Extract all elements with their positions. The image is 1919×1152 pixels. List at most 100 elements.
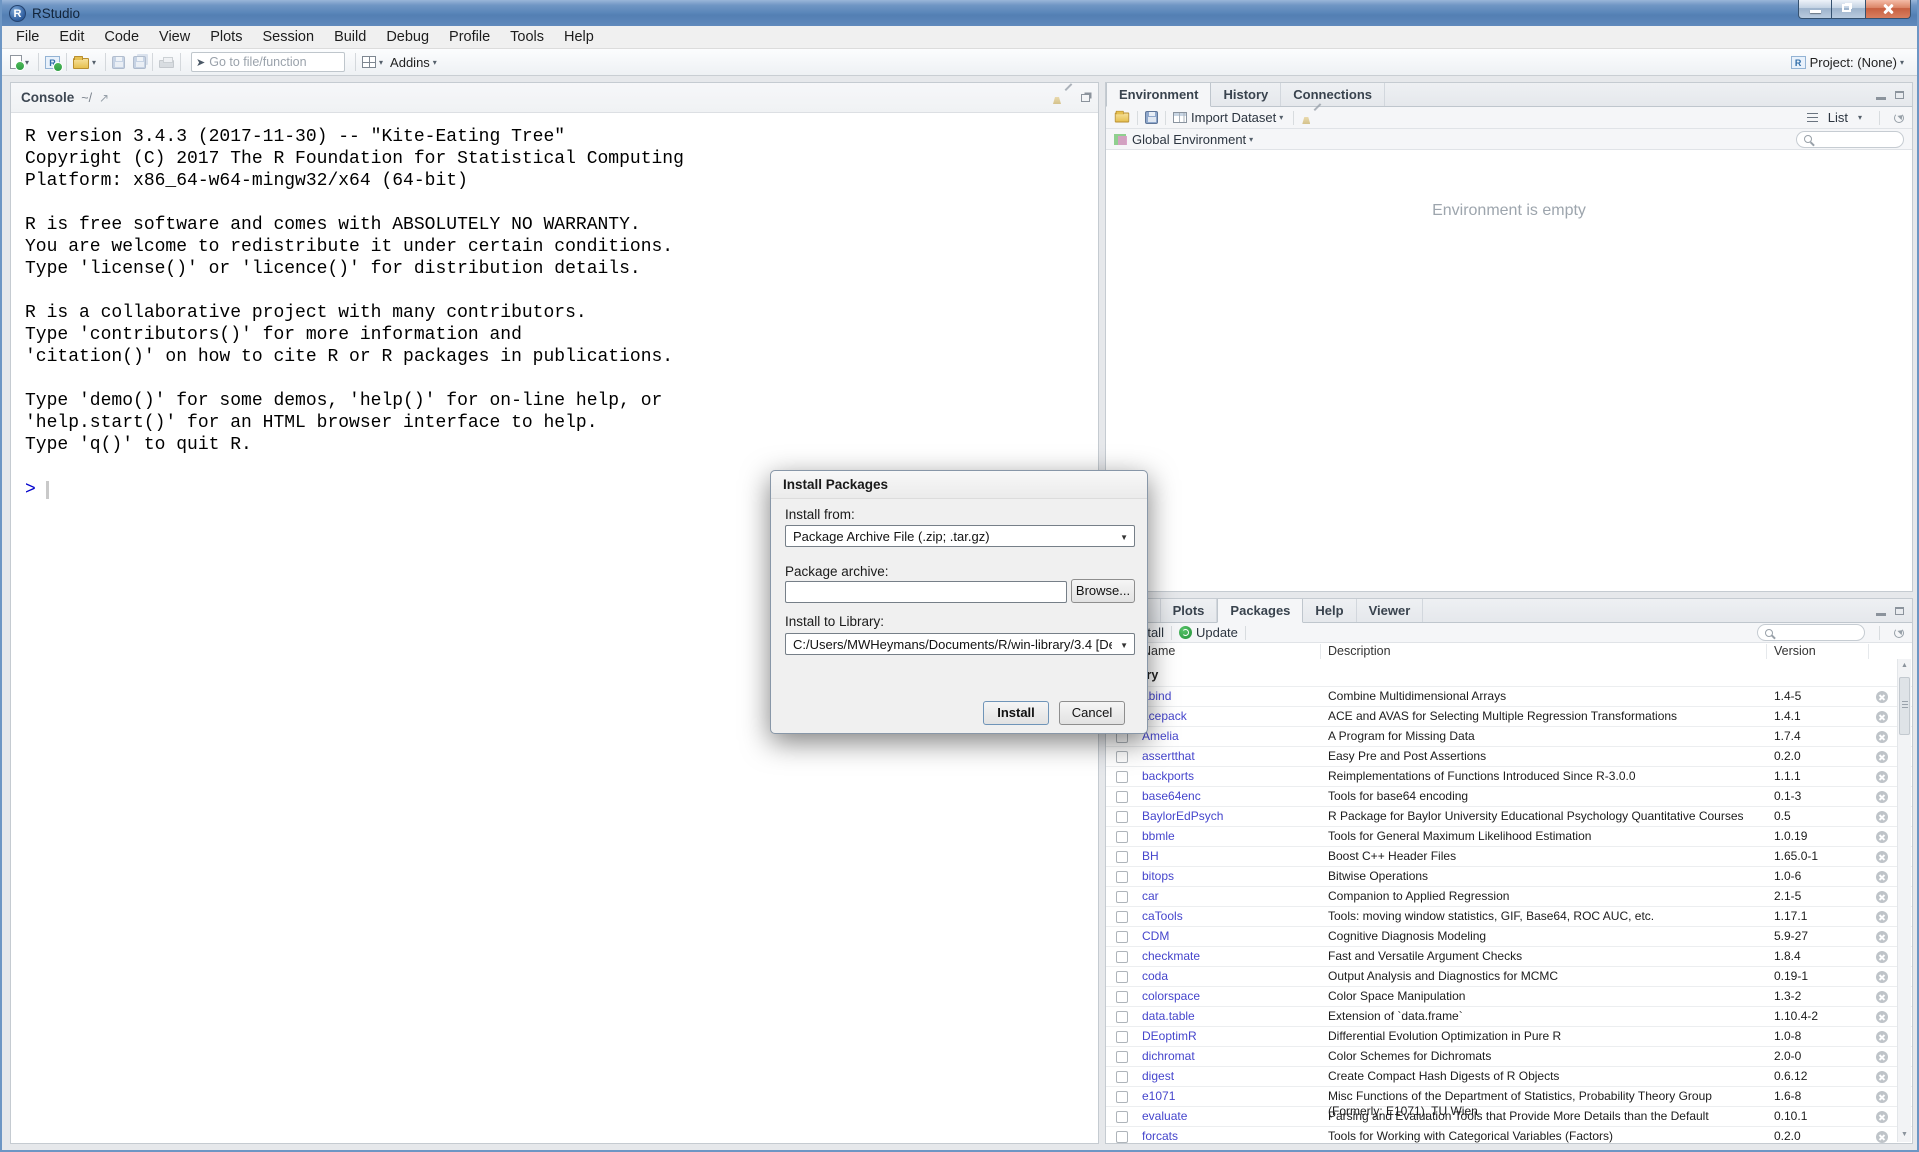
menu-item[interactable]: Build bbox=[324, 26, 376, 48]
console-working-directory[interactable]: ~/ bbox=[81, 91, 92, 105]
open-recent-dropdown-icon[interactable]: ▾ bbox=[92, 58, 96, 67]
print-icon[interactable] bbox=[159, 60, 174, 68]
maximize-pane-icon[interactable] bbox=[1895, 607, 1904, 615]
package-checkbox[interactable] bbox=[1116, 1111, 1128, 1123]
menu-item[interactable]: Plots bbox=[200, 26, 252, 48]
package-name-link[interactable]: abind bbox=[1142, 689, 1322, 704]
package-checkbox[interactable] bbox=[1116, 1031, 1128, 1043]
remove-package-icon[interactable] bbox=[1876, 1031, 1888, 1043]
save-icon[interactable] bbox=[112, 56, 125, 69]
packages-scrollbar[interactable]: ▲ ▼ bbox=[1897, 659, 1911, 1142]
remove-package-icon[interactable] bbox=[1876, 691, 1888, 703]
menu-item[interactable]: View bbox=[149, 26, 200, 48]
package-checkbox[interactable] bbox=[1116, 991, 1128, 1003]
goto-file-input[interactable] bbox=[209, 55, 324, 69]
scroll-down-icon[interactable]: ▼ bbox=[1898, 1128, 1911, 1142]
package-checkbox[interactable] bbox=[1116, 931, 1128, 943]
panes-dropdown-icon[interactable]: ▾ bbox=[379, 58, 383, 67]
project-menu[interactable]: R Project: (None) ▾ bbox=[1791, 55, 1907, 70]
new-project-icon[interactable]: R bbox=[45, 56, 60, 69]
remove-package-icon[interactable] bbox=[1876, 1071, 1888, 1083]
package-name-link[interactable]: backports bbox=[1142, 769, 1322, 784]
clear-environment-icon[interactable] bbox=[1301, 110, 1316, 125]
package-checkbox[interactable] bbox=[1116, 1051, 1128, 1063]
package-name-link[interactable]: evaluate bbox=[1142, 1109, 1322, 1124]
package-name-link[interactable]: data.table bbox=[1142, 1009, 1322, 1024]
remove-package-icon[interactable] bbox=[1876, 831, 1888, 843]
menu-item[interactable]: Edit bbox=[49, 26, 94, 48]
menu-item[interactable]: Profile bbox=[439, 26, 500, 48]
list-view-button[interactable]: List bbox=[1828, 110, 1848, 125]
remove-package-icon[interactable] bbox=[1876, 991, 1888, 1003]
package-name-link[interactable]: bitops bbox=[1142, 869, 1322, 884]
packages-pane-tab[interactable]: Help bbox=[1303, 599, 1356, 622]
remove-package-icon[interactable] bbox=[1876, 1051, 1888, 1063]
import-dataset-button[interactable]: Import Dataset bbox=[1191, 110, 1276, 125]
environment-tab[interactable]: Connections bbox=[1281, 83, 1385, 106]
workspace-panes-icon[interactable] bbox=[362, 56, 376, 68]
menu-item[interactable]: Code bbox=[94, 26, 149, 48]
packages-pane-tab[interactable]: Viewer bbox=[1357, 599, 1424, 622]
load-workspace-icon[interactable] bbox=[1115, 113, 1129, 123]
column-header-description[interactable]: Description bbox=[1328, 644, 1391, 658]
package-checkbox[interactable] bbox=[1116, 891, 1128, 903]
package-name-link[interactable]: acepack bbox=[1142, 709, 1322, 724]
minimize-pane-icon[interactable] bbox=[1876, 97, 1886, 100]
addins-dropdown-icon[interactable]: ▾ bbox=[433, 58, 437, 67]
package-checkbox[interactable] bbox=[1116, 831, 1128, 843]
environment-tab[interactable]: History bbox=[1211, 83, 1281, 106]
package-name-link[interactable]: caTools bbox=[1142, 909, 1322, 924]
save-all-icon[interactable] bbox=[133, 56, 146, 69]
install-from-dropdown[interactable]: Package Archive File (.zip; .tar.gz) ▼ bbox=[785, 525, 1135, 547]
package-checkbox[interactable] bbox=[1116, 871, 1128, 883]
remove-package-icon[interactable] bbox=[1876, 871, 1888, 883]
package-checkbox[interactable] bbox=[1116, 971, 1128, 983]
package-name-link[interactable]: forcats bbox=[1142, 1129, 1322, 1143]
package-checkbox[interactable] bbox=[1116, 1071, 1128, 1083]
package-name-link[interactable]: bbmle bbox=[1142, 829, 1322, 844]
packages-pane-tab[interactable]: Plots bbox=[1161, 599, 1218, 622]
packages-search-input[interactable] bbox=[1777, 627, 1857, 639]
remove-package-icon[interactable] bbox=[1876, 1091, 1888, 1103]
package-checkbox[interactable] bbox=[1116, 951, 1128, 963]
cancel-button[interactable]: Cancel bbox=[1059, 701, 1125, 725]
remove-package-icon[interactable] bbox=[1876, 1011, 1888, 1023]
package-checkbox[interactable] bbox=[1116, 1011, 1128, 1023]
scroll-up-icon[interactable]: ▲ bbox=[1898, 659, 1911, 673]
import-dataset-dropdown-icon[interactable]: ▾ bbox=[1279, 113, 1283, 122]
package-name-link[interactable]: Amelia bbox=[1142, 729, 1322, 744]
restore-window-button[interactable] bbox=[1832, 0, 1866, 19]
remove-package-icon[interactable] bbox=[1876, 891, 1888, 903]
close-window-button[interactable] bbox=[1866, 0, 1911, 19]
install-to-library-dropdown[interactable]: C:/Users/MWHeymans/Documents/R/win-libra… bbox=[785, 633, 1135, 655]
package-checkbox[interactable] bbox=[1116, 751, 1128, 763]
remove-package-icon[interactable] bbox=[1876, 951, 1888, 963]
addins-menu[interactable]: Addins bbox=[390, 55, 430, 70]
install-button[interactable]: Install bbox=[983, 701, 1049, 725]
menu-item[interactable]: File bbox=[6, 26, 49, 48]
remove-package-icon[interactable] bbox=[1876, 911, 1888, 923]
package-name-link[interactable]: digest bbox=[1142, 1069, 1322, 1084]
package-checkbox[interactable] bbox=[1116, 1091, 1128, 1103]
browse-button[interactable]: Browse... bbox=[1071, 579, 1135, 603]
new-file-icon[interactable] bbox=[10, 55, 22, 69]
package-checkbox[interactable] bbox=[1116, 1131, 1128, 1143]
minimize-window-button[interactable] bbox=[1798, 0, 1832, 19]
package-name-link[interactable]: CDM bbox=[1142, 929, 1322, 944]
remove-package-icon[interactable] bbox=[1876, 771, 1888, 783]
package-checkbox[interactable] bbox=[1116, 811, 1128, 823]
package-checkbox[interactable] bbox=[1116, 851, 1128, 863]
popout-console-icon[interactable]: ↗ bbox=[99, 91, 109, 105]
remove-package-icon[interactable] bbox=[1876, 751, 1888, 763]
menu-item[interactable]: Debug bbox=[376, 26, 439, 48]
package-name-link[interactable]: e1071 bbox=[1142, 1089, 1322, 1104]
package-name-link[interactable]: car bbox=[1142, 889, 1322, 904]
remove-package-icon[interactable] bbox=[1876, 851, 1888, 863]
update-packages-button[interactable]: Update bbox=[1196, 625, 1238, 640]
package-name-link[interactable]: base64enc bbox=[1142, 789, 1322, 804]
scope-dropdown-icon[interactable]: ▾ bbox=[1249, 135, 1253, 144]
remove-package-icon[interactable] bbox=[1876, 931, 1888, 943]
clear-console-icon[interactable] bbox=[1052, 90, 1067, 105]
package-name-link[interactable]: BH bbox=[1142, 849, 1322, 864]
column-header-version[interactable]: Version bbox=[1774, 644, 1816, 658]
